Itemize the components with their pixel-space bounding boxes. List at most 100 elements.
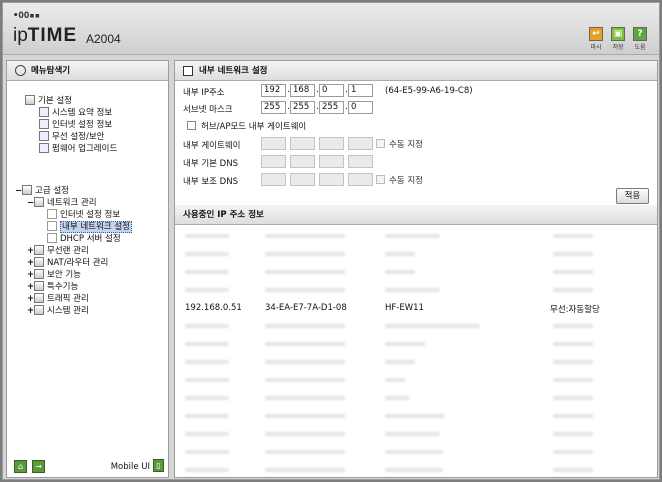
collapse-icon[interactable]: − <box>15 186 22 197</box>
ip-octet-1[interactable]: 192 <box>261 84 286 97</box>
page-icon <box>47 209 57 219</box>
expand-icon[interactable]: + <box>27 246 34 257</box>
table-row <box>175 407 657 425</box>
home-icon[interactable]: ⌂ <box>14 460 27 473</box>
lan-settings-header: 내부 네트워크 설정 <box>175 61 657 81</box>
internet-icon <box>39 119 49 129</box>
tree-item-firmware[interactable]: 펌웨어 업그레이드 <box>39 143 117 155</box>
mask-octet-2[interactable]: 255 <box>290 101 315 114</box>
mobile-icon[interactable]: ▯ <box>153 459 164 472</box>
gateway-octet-1[interactable] <box>261 137 286 150</box>
tree-advanced-settings[interactable]: − 고급 설정 <box>15 185 69 197</box>
mac-address: (64-E5-99-A6-19-C8) <box>385 86 473 96</box>
logout-icon[interactable]: → <box>32 460 45 473</box>
dns1-octet-2[interactable] <box>290 155 315 168</box>
row-name: HF-EW11 <box>385 303 424 313</box>
ip-label: 내부 IP주소 <box>183 88 225 98</box>
tree-special[interactable]: + 특수기능 <box>27 281 78 293</box>
mask-octet-1[interactable]: 255 <box>261 101 286 114</box>
dns1-octet-1[interactable] <box>261 155 286 168</box>
table-row <box>175 227 657 245</box>
tree-basic-settings[interactable]: 기본 설정 <box>25 95 72 107</box>
dns1-octet-3[interactable] <box>319 155 344 168</box>
mask-octet-3[interactable]: 255 <box>319 101 344 114</box>
hub-ap-checkbox[interactable] <box>187 121 196 130</box>
logo: ipTIME <box>13 25 78 46</box>
row-type: 무선:자동할당 <box>550 305 600 315</box>
expand-icon[interactable]: + <box>27 282 34 293</box>
table-row <box>175 461 657 477</box>
tree-nat-router[interactable]: + NAT/라우터 관리 <box>27 257 108 269</box>
mask-octet-4[interactable]: 0 <box>348 101 373 114</box>
page-icon <box>47 233 57 243</box>
firmware-icon <box>39 143 49 153</box>
tree-item-internet-info[interactable]: 인터넷 설정 정보 <box>39 119 112 131</box>
gateway-octet-4[interactable] <box>348 137 373 150</box>
table-row <box>175 317 657 335</box>
table-row <box>175 389 657 407</box>
menu-explorer: 메뉴탐색기 기본 설정 시스템 요약 정보 인터넷 설정 정보 무선 설정/보안… <box>6 60 169 478</box>
tree-item-internet-settings[interactable]: 인터넷 설정 정보 <box>47 209 120 221</box>
content-panel: 내부 네트워크 설정 내부 IP주소 192 . 168 . 0 . 1 (64… <box>174 60 658 478</box>
expand-icon[interactable]: + <box>27 258 34 269</box>
ip-octet-4[interactable]: 1 <box>348 84 373 97</box>
tree-item-lan-settings[interactable]: 내부 네트워크 설정 <box>47 221 132 233</box>
dns-manual-checkbox[interactable] <box>376 175 385 184</box>
gateway-manual-label: 수동 지정 <box>389 140 423 150</box>
collapse-icon[interactable]: − <box>27 198 34 209</box>
ip-octet-2[interactable]: 168 <box>290 84 315 97</box>
help-button[interactable]: ? 도움 <box>631 27 649 51</box>
mobile-ui-link[interactable]: Mobile UI <box>111 462 150 472</box>
tree-item-system-summary[interactable]: 시스템 요약 정보 <box>39 107 112 119</box>
expand-icon[interactable]: + <box>27 270 34 281</box>
tree-traffic[interactable]: + 트래픽 관리 <box>27 293 89 305</box>
folder-icon <box>25 95 35 105</box>
dns1-octet-4[interactable] <box>348 155 373 168</box>
save-icon: ▣ <box>611 27 625 41</box>
logo-dots: •OO▪▪ <box>13 11 41 21</box>
gateway-label: 내부 게이트웨이 <box>183 141 241 151</box>
exit-icon: ↩ <box>589 27 603 41</box>
save-button[interactable]: ▣ 저장 <box>609 27 627 51</box>
wireless-icon <box>34 245 44 255</box>
tree-item-wireless[interactable]: 무선 설정/보안 <box>39 131 105 143</box>
window-icon <box>183 66 193 76</box>
gateway-octet-3[interactable] <box>319 137 344 150</box>
expand-icon[interactable]: + <box>27 294 34 305</box>
dns2-octet-3[interactable] <box>319 173 344 186</box>
tree-item-dhcp[interactable]: DHCP 서버 설정 <box>47 233 121 245</box>
gateway-octet-2[interactable] <box>290 137 315 150</box>
table-row: 192.168.0.51 34-EA-E7-7A-D1-08 HF-EW11 무… <box>175 299 657 317</box>
page-title: 내부 네트워크 설정 <box>199 66 268 76</box>
tree-system-management[interactable]: + 시스템 관리 <box>27 305 89 317</box>
menu-explorer-header: 메뉴탐색기 <box>7 61 168 81</box>
menu-explorer-title: 메뉴탐색기 <box>31 66 71 76</box>
gateway-manual-checkbox[interactable] <box>376 139 385 148</box>
tree-network-management[interactable]: − 네트워크 관리 <box>27 197 97 209</box>
apply-button[interactable]: 적용 <box>616 188 649 204</box>
folder-icon <box>22 185 32 195</box>
header-bar: •OO▪▪ ipTIME A2004 ↩ 마시 ▣ 저장 ? 도움 <box>3 3 659 55</box>
page-icon <box>47 221 57 231</box>
dns2-octet-2[interactable] <box>290 173 315 186</box>
expand-icon[interactable]: + <box>27 306 34 317</box>
dns2-octet-4[interactable] <box>348 173 373 186</box>
dns-manual-label: 수동 지정 <box>389 176 423 186</box>
tree-wireless-management[interactable]: + 무선랜 관리 <box>27 245 89 257</box>
system-icon <box>34 305 44 315</box>
ip-table: 192.168.0.51 34-EA-E7-7A-D1-08 HF-EW11 무… <box>175 227 657 477</box>
table-row <box>175 263 657 281</box>
ip-octet-3[interactable]: 0 <box>319 84 344 97</box>
dns1-label: 내부 기본 DNS <box>183 159 238 169</box>
exit-button[interactable]: ↩ 마시 <box>587 27 605 51</box>
mask-label: 서브넷 마스크 <box>183 105 233 115</box>
table-row <box>175 281 657 299</box>
network-icon <box>34 197 44 207</box>
tree-security[interactable]: + 보안 기능 <box>27 269 81 281</box>
lock-icon <box>34 269 44 279</box>
table-row <box>175 353 657 371</box>
dns2-octet-1[interactable] <box>261 173 286 186</box>
row-mac: 34-EA-E7-7A-D1-08 <box>265 303 347 313</box>
dns2-label: 내부 보조 DNS <box>183 177 238 187</box>
model-name: A2004 <box>86 32 121 46</box>
